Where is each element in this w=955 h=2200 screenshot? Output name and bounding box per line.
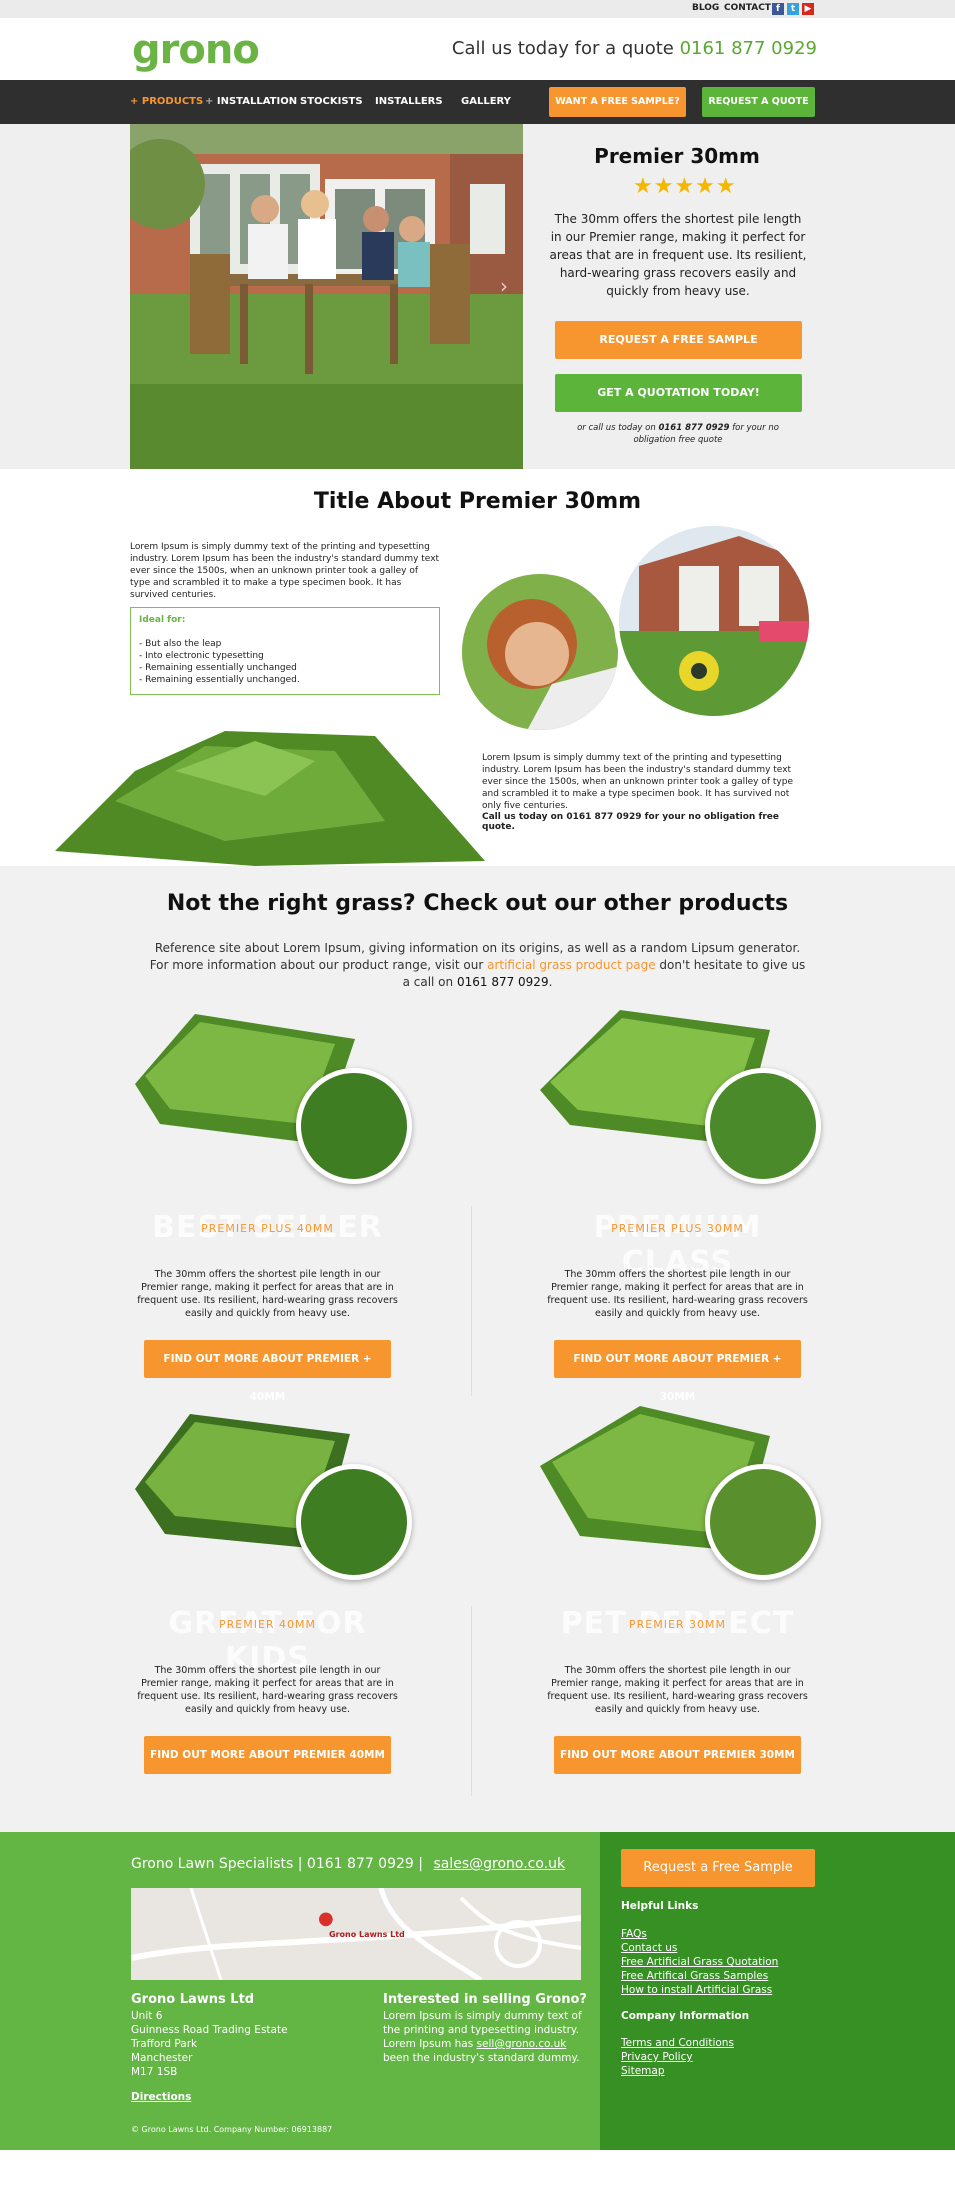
- footer-main: Grono Lawn Specialists | 0161 877 0929 |…: [0, 1832, 600, 2150]
- rating-stars: ★★★★★: [633, 174, 737, 199]
- call-text: Call us today for a quote: [451, 38, 674, 59]
- facebook-icon[interactable]: f: [772, 3, 784, 15]
- map-pin-icon: ●: [318, 1908, 334, 1929]
- helpful-links-title: Helpful Links: [621, 1900, 699, 1912]
- product-description: The 30mm offers the shortest pile length…: [547, 1269, 808, 1319]
- other-products-section: Not the right grass? Check out our other…: [0, 866, 955, 1832]
- address-title: Grono Lawns Ltd: [131, 1992, 255, 2007]
- product-name: PREMIER PLUS 40MM: [201, 1222, 334, 1235]
- find-out-more-button[interactable]: FIND OUT MORE ABOUT PREMIER + 40MM: [144, 1340, 391, 1403]
- product-description: The 30mm offers the shortest pile length…: [137, 1665, 398, 1715]
- product-name: PREMIER PLUS 30MM: [611, 1222, 744, 1235]
- quotation-link[interactable]: Free Artificial Grass Quotation: [621, 1955, 778, 1969]
- ideal-item: - Remaining essentially unchanged: [139, 663, 297, 673]
- product-page-link[interactable]: artificial grass product page: [487, 958, 655, 972]
- youtube-icon[interactable]: ▶: [802, 3, 814, 15]
- footer-links: Request a Free Sample Helpful Links FAQs…: [600, 1832, 955, 2150]
- find-out-more-button[interactable]: FIND OUT MORE ABOUT PREMIER 30MM: [554, 1736, 801, 1774]
- product-description: The 30mm offers the shortest pile length…: [547, 1665, 808, 1715]
- sell-title: Interested in selling Grono?: [383, 1992, 587, 2007]
- hero-description: The 30mm offers the shortest pile length…: [549, 212, 807, 298]
- privacy-link[interactable]: Privacy Policy: [621, 2050, 693, 2064]
- address-block: Unit 6 Guinness Road Trading Estate Traf…: [131, 2010, 288, 2078]
- about-call-note: Call us today on 0161 877 0929 for your …: [482, 812, 780, 832]
- garden-house-photo: [614, 521, 814, 721]
- nav-installation[interactable]: + INSTALLATION: [205, 96, 297, 107]
- hero-call-note: or call us today on 0161 877 0929 for yo…: [577, 423, 779, 445]
- nav-products[interactable]: + PRODUCTS: [130, 96, 203, 107]
- product-closeup-image: [296, 1068, 412, 1184]
- twitter-icon[interactable]: t: [787, 3, 799, 15]
- sell-email-link[interactable]: sell@grono.co.uk: [477, 2038, 567, 2050]
- product-closeup-image: [705, 1464, 821, 1580]
- carousel-next-icon[interactable]: ›: [500, 274, 508, 298]
- ideal-for-box: Ideal for: - But also the leap - Into el…: [130, 607, 440, 695]
- products-intro: Reference site about Lorem Ipsum, giving…: [149, 941, 806, 989]
- about-title: Title About Premier 30mm: [313, 489, 642, 514]
- contact-us-link[interactable]: Contact us: [621, 1941, 677, 1955]
- ideal-for-label: Ideal for:: [139, 615, 186, 625]
- sitemap-link[interactable]: Sitemap: [621, 2064, 665, 2078]
- find-out-more-button[interactable]: FIND OUT MORE ABOUT PREMIER + 30MM: [554, 1340, 801, 1403]
- footer-free-sample-button[interactable]: Request a Free Sample: [621, 1849, 815, 1887]
- header-call-us: Call us today for a quote 0161 877 0929: [452, 38, 817, 59]
- ideal-item: - Into electronic typesetting: [139, 651, 264, 661]
- grass-sample-image: [55, 731, 485, 866]
- location-map[interactable]: ● Grono Lawns Ltd: [131, 1888, 581, 1980]
- nav-installers[interactable]: INSTALLERS: [375, 96, 443, 107]
- directions-link[interactable]: Directions: [131, 2090, 191, 2104]
- find-out-more-button[interactable]: FIND OUT MORE ABOUT PREMIER 40MM: [144, 1736, 391, 1774]
- utility-bar: BLOG CONTACT f t ▶: [0, 0, 955, 18]
- contact-link[interactable]: CONTACT: [724, 3, 771, 13]
- hero-title: Premier 30mm: [594, 144, 760, 168]
- product-description: The 30mm offers the shortest pile length…: [137, 1269, 398, 1319]
- ideal-item: - But also the leap: [139, 639, 222, 649]
- sell-text: Lorem Ipsum is simply dummy text of the …: [383, 2010, 582, 2064]
- get-quotation-button[interactable]: GET A QUOTATION TODAY!: [555, 374, 802, 412]
- company-info-title: Company Information: [621, 2010, 750, 2022]
- request-quote-button[interactable]: REQUEST A QUOTE: [702, 87, 815, 117]
- ideal-item: - Remaining essentially unchanged.: [139, 675, 300, 685]
- products-title: Not the right grass? Check out our other…: [166, 891, 789, 916]
- want-free-sample-button[interactable]: WANT A FREE SAMPLE?: [549, 87, 686, 117]
- woman-on-grass-photo: [457, 569, 623, 735]
- faqs-link[interactable]: FAQs: [621, 1927, 647, 1941]
- samples-link[interactable]: Free Artifical Grass Samples: [621, 1969, 768, 1983]
- family-lawn-photo: ›: [130, 124, 523, 469]
- about-paragraph-2: Lorem Ipsum is simply dummy text of the …: [482, 753, 793, 811]
- product-name: PREMIER 30MM: [628, 1618, 727, 1631]
- site-header: grono Call us today for a quote 0161 877…: [0, 18, 955, 80]
- column-divider: [471, 1606, 472, 1796]
- header-phone[interactable]: 0161 877 0929: [680, 38, 817, 59]
- footer-email-link[interactable]: sales@grono.co.uk: [433, 1856, 565, 1872]
- grono-logo[interactable]: grono: [132, 30, 260, 70]
- product-closeup-image: [705, 1068, 821, 1184]
- nav-stockists[interactable]: STOCKISTS: [300, 96, 363, 107]
- about-paragraph-1: Lorem Ipsum is simply dummy text of the …: [130, 542, 440, 600]
- terms-link[interactable]: Terms and Conditions: [621, 2036, 734, 2050]
- product-closeup-image: [296, 1464, 412, 1580]
- product-name: PREMIER 40MM: [218, 1618, 317, 1631]
- copyright: © Grono Lawns Ltd. Company Number: 06913…: [131, 2125, 333, 2134]
- nav-gallery[interactable]: GALLERY: [461, 96, 511, 107]
- hero-section: › Premier 30mm The 30mm offers the short…: [0, 124, 955, 469]
- install-guide-link[interactable]: How to install Artificial Grass: [621, 1983, 772, 1997]
- blog-link[interactable]: BLOG: [692, 3, 719, 13]
- request-free-sample-button[interactable]: REQUEST A FREE SAMPLE: [555, 321, 802, 359]
- map-label: Grono Lawns Ltd: [329, 1930, 405, 1939]
- main-nav: + PRODUCTS + INSTALLATION STOCKISTS INST…: [0, 80, 955, 124]
- footer-headline: Grono Lawn Specialists | 0161 877 0929 |…: [131, 1856, 566, 1872]
- column-divider: [471, 1206, 472, 1396]
